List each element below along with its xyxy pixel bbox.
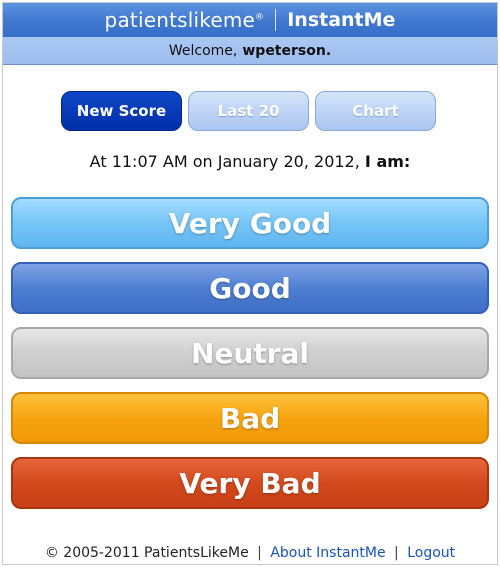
logout-link[interactable]: Logout <box>407 545 455 561</box>
tab-new-score[interactable]: New Score <box>61 91 182 131</box>
footer-separator: | <box>257 545 262 561</box>
prompt-datetime: At 11:07 AM on January 20, 2012, <box>89 152 360 171</box>
neutral-button[interactable]: Neutral <box>11 327 489 379</box>
very-bad-button[interactable]: Very Bad <box>11 457 489 509</box>
tab-chart[interactable]: Chart <box>315 91 436 131</box>
copyright-text: © 2005-2011 PatientsLikeMe <box>44 545 249 561</box>
mood-list: Very Good Good Neutral Bad Very Bad <box>11 197 489 522</box>
good-button[interactable]: Good <box>11 262 489 314</box>
brand-logo[interactable]: patientslikeme® <box>105 8 265 32</box>
welcome-label: Welcome, <box>168 42 238 59</box>
tab-last-20[interactable]: Last 20 <box>188 91 309 131</box>
tab-bar: New Score Last 20 Chart <box>61 91 436 131</box>
footer: © 2005-2011 PatientsLikeMe | About Insta… <box>0 545 500 561</box>
very-good-button[interactable]: Very Good <box>11 197 489 249</box>
bad-button[interactable]: Bad <box>11 392 489 444</box>
welcome-bar: Welcome, wpeterson. <box>3 37 497 65</box>
footer-separator: | <box>394 545 399 561</box>
header-divider <box>275 9 277 31</box>
app-header: patientslikeme® InstantMe <box>3 3 497 37</box>
about-link[interactable]: About InstantMe <box>270 545 385 561</box>
registered-mark: ® <box>255 12 265 23</box>
app-name: InstantMe <box>287 9 396 31</box>
prompt-emphasis: I am: <box>364 152 411 171</box>
score-prompt: At 11:07 AM on January 20, 2012, I am: <box>0 152 500 171</box>
username: wpeterson. <box>242 42 332 59</box>
